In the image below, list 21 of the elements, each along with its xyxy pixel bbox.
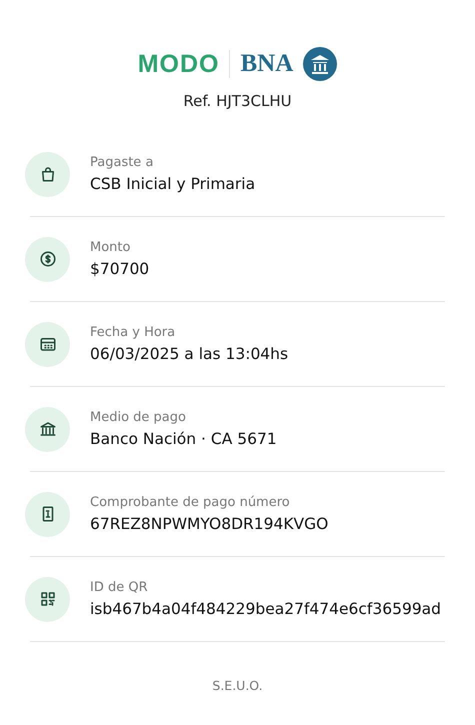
- detail-value: 06/03/2025 a las 13:04hs: [90, 345, 288, 363]
- dollar-coin-icon: [38, 250, 56, 268]
- bank-icon: [38, 420, 56, 438]
- detail-value: $70700: [90, 260, 150, 278]
- bank-logo-icon: [303, 47, 338, 81]
- detail-label: Comprobante de pago número: [90, 495, 291, 510]
- detail-label: Medio de pago: [90, 410, 187, 425]
- detail-label: ID de QR: [90, 580, 149, 595]
- disclaimer: S.E.U.O.: [212, 678, 263, 693]
- detail-value: CSB Inicial y Primaria: [90, 175, 256, 193]
- calendar-icon: [38, 335, 56, 353]
- modo-logo: MODO: [138, 50, 220, 78]
- detail-label: Monto: [90, 240, 132, 255]
- detail-value: isb467b4a04f484229bea27f474e6cf36599ad: [90, 600, 442, 618]
- bna-logo: BNA: [240, 50, 294, 78]
- detail-value: Banco Nación · CA 5671: [90, 430, 277, 448]
- detail-label: Fecha y Hora: [90, 325, 176, 340]
- qr-code-icon: [38, 590, 56, 608]
- detail-label: Pagaste a: [90, 155, 154, 170]
- reference-number: Ref. HJT3CLHU: [183, 92, 292, 110]
- detail-value: 67REZ8NPWMYO8DR194KVGO: [90, 515, 328, 533]
